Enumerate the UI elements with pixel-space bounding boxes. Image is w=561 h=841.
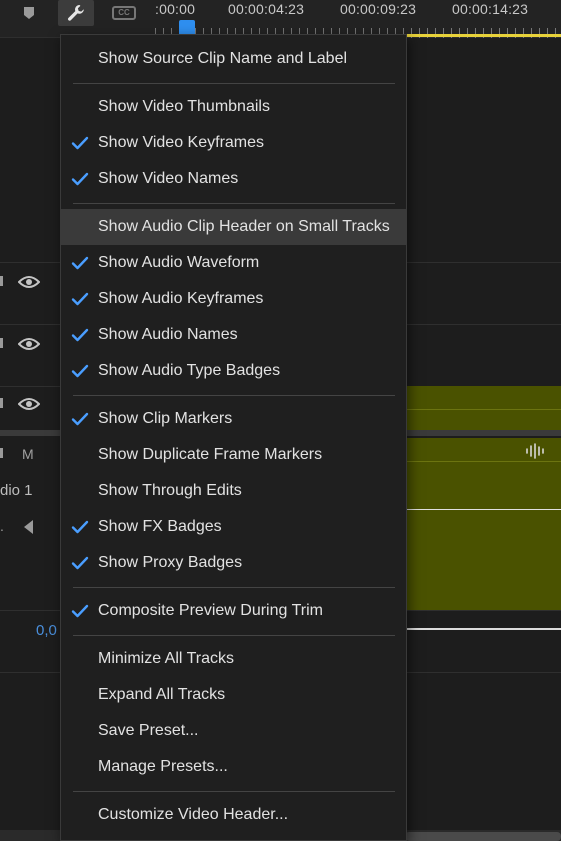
timecode-label: 00:00:14:23 <box>452 1 529 17</box>
checkmark-icon <box>71 604 89 618</box>
audio-level-line[interactable] <box>405 628 561 630</box>
checkmark-icon <box>71 256 89 270</box>
timecode-label: :00:00 <box>155 1 196 17</box>
keyframe-prev-icon[interactable] <box>24 520 33 534</box>
menu-item-label: Show FX Badges <box>98 518 222 535</box>
marker-icon[interactable] <box>18 0 40 26</box>
menu-item-label: Composite Preview During Trim <box>98 602 323 619</box>
menu-item-label: Show Audio Names <box>98 326 238 343</box>
menu-separator <box>73 203 395 204</box>
checkmark-icon <box>71 412 89 426</box>
menu-item-label: Show Through Edits <box>98 482 242 499</box>
menu-item-label: Show Video Names <box>98 170 239 187</box>
menu-item-label: Show Clip Markers <box>98 410 233 427</box>
menu-item-label: Customize Video Header... <box>98 806 289 823</box>
menu-separator <box>73 791 395 792</box>
wrench-icon[interactable] <box>58 0 94 26</box>
timeline-display-settings-menu: Show Source Clip Name and Label Show Vide… <box>60 34 407 841</box>
menu-item-show-proxy-badges[interactable]: Show Proxy Badges <box>61 545 406 581</box>
clip-divider <box>405 409 561 410</box>
menu-separator <box>73 587 395 588</box>
menu-item-label: Show Audio Waveform <box>98 254 260 271</box>
menu-item-manage-presets[interactable]: Manage Presets... <box>61 749 406 785</box>
menu-separator <box>73 83 395 84</box>
menu-item-label: Show Video Thumbnails <box>98 98 270 115</box>
track-lock-stub[interactable] <box>0 448 3 458</box>
scrollbar-thumb[interactable] <box>405 832 561 841</box>
menu-item-expand-all-tracks[interactable]: Expand All Tracks <box>61 677 406 713</box>
menu-item-composite-preview-during-trim[interactable]: Composite Preview During Trim <box>61 593 406 629</box>
audio-track-name: dio 1 <box>0 482 33 499</box>
menu-item-label: Show Source Clip Name and Label <box>98 50 348 67</box>
checkmark-icon <box>71 292 89 306</box>
menu-item-show-duplicate-frame-markers[interactable]: Show Duplicate Frame Markers <box>61 437 406 473</box>
checkmark-icon <box>71 136 89 150</box>
menu-item-show-video-keyframes[interactable]: Show Video Keyframes <box>61 125 406 161</box>
menu-item-show-video-thumbnails[interactable]: Show Video Thumbnails <box>61 89 406 125</box>
menu-separator <box>73 395 395 396</box>
checkmark-icon <box>71 364 89 378</box>
track-dot: . <box>0 518 4 534</box>
clip-volume-line[interactable] <box>405 509 561 510</box>
menu-item-label: Save Preset... <box>98 722 199 739</box>
menu-item-label: Show Duplicate Frame Markers <box>98 446 323 463</box>
menu-item-show-clip-markers[interactable]: Show Clip Markers <box>61 401 406 437</box>
menu-item-show-fx-badges[interactable]: Show FX Badges <box>61 509 406 545</box>
checkmark-icon <box>71 520 89 534</box>
menu-item-show-video-names[interactable]: Show Video Names <box>61 161 406 197</box>
menu-item-minimize-all-tracks[interactable]: Minimize All Tracks <box>61 641 406 677</box>
menu-item-show-through-edits[interactable]: Show Through Edits <box>61 473 406 509</box>
mute-button[interactable]: M <box>22 446 34 462</box>
menu-item-show-audio-keyframes[interactable]: Show Audio Keyframes <box>61 281 406 317</box>
menu-item-label: Show Video Keyframes <box>98 134 265 151</box>
checkmark-icon <box>71 172 89 186</box>
menu-item-show-audio-clip-header-on-small-tracks[interactable]: Show Audio Clip Header on Small Tracks <box>61 209 406 245</box>
work-area-bar[interactable] <box>405 34 561 37</box>
menu-item-label: Show Audio Keyframes <box>98 290 264 307</box>
waveform-icon <box>526 443 544 459</box>
timecode-label: 00:00:09:23 <box>340 1 417 17</box>
menu-item-show-audio-type-badges[interactable]: Show Audio Type Badges <box>61 353 406 389</box>
time-ruler[interactable]: :00:00 00:00:04:23 00:00:09:23 00:00:14:… <box>155 0 561 38</box>
video-clip[interactable] <box>405 386 561 430</box>
menu-item-show-audio-names[interactable]: Show Audio Names <box>61 317 406 353</box>
menu-item-label: Show Audio Clip Header on Small Tracks <box>98 218 390 235</box>
menu-item-label: Manage Presets... <box>98 758 228 775</box>
menu-item-show-source-clip-name-and-label[interactable]: Show Source Clip Name and Label <box>61 41 406 77</box>
closed-caption-icon[interactable]: CC <box>110 0 138 26</box>
track-lock-stub[interactable] <box>0 398 3 408</box>
menu-item-save-preset[interactable]: Save Preset... <box>61 713 406 749</box>
menu-item-label: Show Proxy Badges <box>98 554 243 571</box>
eye-icon[interactable] <box>18 275 40 289</box>
checkmark-icon <box>71 328 89 342</box>
menu-item-customize-video-header[interactable]: Customize Video Header... <box>61 797 406 833</box>
timecode-label: 00:00:04:23 <box>228 1 305 17</box>
menu-item-label: Expand All Tracks <box>98 686 226 703</box>
menu-item-show-audio-waveform[interactable]: Show Audio Waveform <box>61 245 406 281</box>
track-lock-stub[interactable] <box>0 338 3 348</box>
menu-separator <box>73 635 395 636</box>
eye-icon[interactable] <box>18 337 40 351</box>
track-lock-stub[interactable] <box>0 276 3 286</box>
checkmark-icon <box>71 556 89 570</box>
menu-item-label: Show Audio Type Badges <box>98 362 281 379</box>
audio-clip[interactable] <box>405 438 561 610</box>
menu-item-label: Minimize All Tracks <box>98 650 235 667</box>
cc-label: CC <box>112 6 136 20</box>
eye-icon[interactable] <box>18 397 40 411</box>
volume-value[interactable]: 0,0 <box>36 622 57 639</box>
clip-divider <box>405 461 561 462</box>
